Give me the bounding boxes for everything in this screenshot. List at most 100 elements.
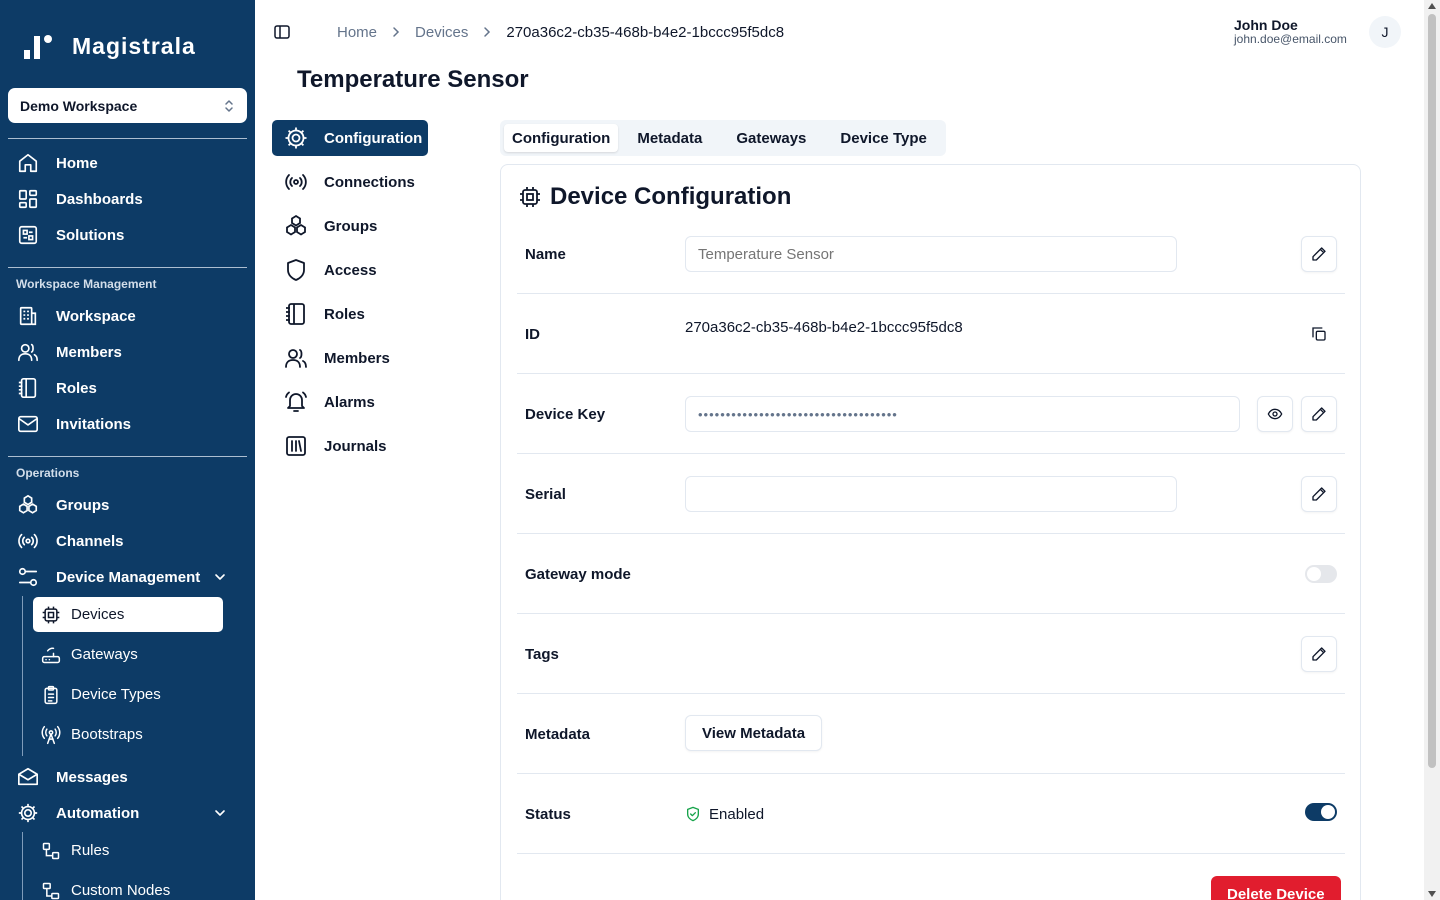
sidebar-item-messages[interactable]: Messages [16,762,241,792]
sidebar-item-label: Dashboards [56,190,143,208]
device-nav-journals[interactable]: Journals [272,428,428,464]
sidebar-item-label: Members [56,343,122,361]
chip-icon [41,605,61,625]
device-nav-connections[interactable]: Connections [272,164,428,200]
user-name: John Doe [1234,17,1298,33]
mail-open-icon [16,765,40,789]
sidebar-subitem-label: Gateways [71,646,138,663]
serial-input[interactable] [685,476,1177,512]
device-nav-label: Alarms [324,393,375,411]
tab-device-type[interactable]: Device Type [825,124,941,152]
card-title: Device Configuration [518,183,791,211]
sidebar-subitem-device-types[interactable]: Device Types [33,677,223,712]
notebook-icon [284,302,308,326]
id-label: ID [525,325,540,343]
sidebar-item-device-management[interactable]: Device Management [16,562,241,592]
sidebar-divider [8,267,247,268]
tab-gateways[interactable]: Gateways [721,124,821,152]
sidebar-subitem-bootstraps[interactable]: Bootstraps [33,717,223,752]
chevron-down-icon [213,570,227,584]
brand-logo[interactable]: Magistrala [22,30,196,62]
home-icon [16,151,40,175]
router-icon [41,645,61,665]
submenu-line [22,596,23,756]
sidebar-toggle-button[interactable] [273,23,291,41]
sidebar-item-workspace[interactable]: Workspace [16,301,241,331]
avatar[interactable]: J [1369,16,1401,48]
breadcrumb-home[interactable]: Home [337,24,377,41]
sidebar-item-channels[interactable]: Channels [16,526,241,556]
scrollbar-thumb[interactable] [1428,14,1436,768]
device-nav-groups[interactable]: Groups [272,208,428,244]
device-nav-roles[interactable]: Roles [272,296,428,332]
antenna-icon [41,725,61,745]
user-info[interactable]: John Doe john.doe@email.com [1234,17,1347,45]
view-metadata-button[interactable]: View Metadata [685,715,823,751]
tags-label: Tags [525,645,559,663]
sidebar: Magistrala Demo Workspace Home Dashboard… [0,0,255,900]
sidebar-item-invitations[interactable]: Invitations [16,409,241,439]
sidebar-subitem-gateways[interactable]: Gateways [33,637,223,672]
pencil-icon [1312,247,1326,261]
config-row-serial: Serial [517,454,1345,534]
pencil-icon [1312,647,1326,661]
sidebar-subitem-label: Devices [71,606,125,623]
sidebar-item-solutions[interactable]: Solutions [16,220,241,250]
groups-icon [284,214,308,238]
status-label: Status [525,805,571,823]
edit-key-button[interactable] [1301,396,1337,432]
config-row-id: ID 270a36c2-cb35-468b-b4e2-1bccc95f5dc8 [517,294,1345,374]
sidebar-subitem-rules[interactable]: Rules [33,833,223,868]
breadcrumb: Home Devices 270a36c2-cb35-468b-b4e2-1bc… [337,22,784,42]
name-input[interactable] [685,236,1177,272]
config-row-status: Status Enabled [517,774,1345,854]
sidebar-subitem-label: Device Types [71,686,161,703]
sidebar-item-members[interactable]: Members [16,337,241,367]
device-nav-alarms[interactable]: Alarms [272,384,428,420]
edit-name-button[interactable] [1301,236,1337,272]
settings-sliders-icon [16,565,40,589]
show-key-button[interactable] [1257,396,1293,432]
gateway-mode-label: Gateway mode [525,565,631,583]
sidebar-subitem-devices[interactable]: Devices [33,597,223,632]
brand-name: Magistrala [72,32,196,59]
copy-id-button[interactable] [1301,316,1337,352]
tab-list: Configuration Metadata Gateways Device T… [500,120,946,156]
edit-tags-button[interactable] [1301,636,1337,672]
user-email: john.doe@email.com [1234,32,1347,46]
sidebar-item-roles[interactable]: Roles [16,373,241,403]
sidebar-subitem-label: Rules [71,842,110,859]
panel-left-icon [274,25,290,39]
delete-device-button[interactable]: Delete Device [1211,876,1341,900]
sidebar-item-automation[interactable]: Automation [16,798,241,828]
building-icon [16,304,40,328]
scroll-down-icon[interactable] [1428,891,1436,897]
page-scrollbar[interactable] [1424,0,1440,900]
tab-metadata[interactable]: Metadata [622,124,717,152]
sidebar-item-home[interactable]: Home [16,148,241,178]
device-nav-configuration[interactable]: Configuration [272,120,428,156]
sidebar-item-dashboards[interactable]: Dashboards [16,184,241,214]
config-row-gateway-mode: Gateway mode [517,534,1345,614]
scroll-up-icon[interactable] [1428,3,1436,9]
sidebar-item-label: Roles [56,379,97,397]
gateway-mode-toggle[interactable] [1305,565,1337,583]
device-key-input[interactable]: •••••••••••••••••••••••••••••••••••• [685,396,1240,432]
sidebar-item-groups[interactable]: Groups [16,490,241,520]
device-nav-members[interactable]: Members [272,340,428,376]
device-nav-label: Configuration [324,129,423,147]
workspace-name: Demo Workspace [20,97,138,114]
tab-configuration[interactable]: Configuration [504,124,619,152]
workspace-select[interactable]: Demo Workspace [8,88,247,123]
toggle-knob [1321,805,1335,819]
breadcrumb-devices[interactable]: Devices [415,24,468,41]
device-nav-label: Members [324,349,390,367]
status-toggle[interactable] [1305,803,1337,821]
sidebar-subitem-custom-nodes[interactable]: Custom Nodes [33,873,223,900]
pencil-icon [1312,487,1326,501]
status-value: Enabled [685,774,764,854]
pencil-icon [1312,407,1326,421]
device-nav-access[interactable]: Access [272,252,428,288]
chevron-down-icon [213,806,227,820]
edit-serial-button[interactable] [1301,476,1337,512]
